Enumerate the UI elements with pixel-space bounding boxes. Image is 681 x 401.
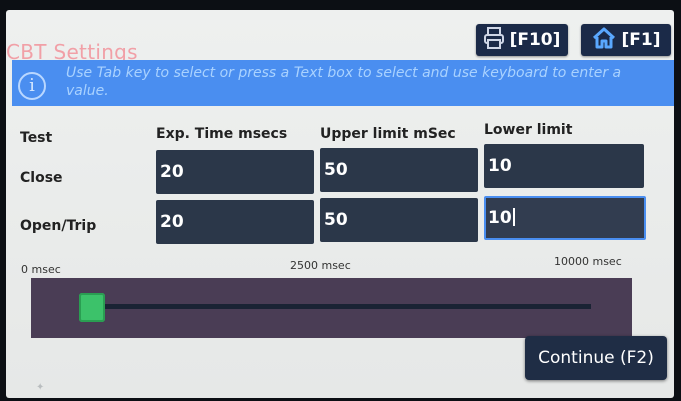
close-lower-limit-input[interactable]: 10 bbox=[484, 144, 644, 188]
time-slider[interactable] bbox=[31, 278, 632, 338]
open-trip-lower-limit-value: 10 bbox=[488, 208, 512, 228]
column-header-exp-time: Exp. Time msecs bbox=[156, 126, 288, 142]
continue-button[interactable]: Continue (F2) bbox=[525, 336, 667, 380]
column-header-lower-limit: Lower limit bbox=[484, 122, 573, 138]
row-label-open-trip: Open/Trip bbox=[20, 218, 97, 234]
printer-icon bbox=[483, 26, 510, 54]
open-trip-upper-limit-input[interactable]: 50 bbox=[320, 198, 478, 242]
close-exp-time-input[interactable]: 20 bbox=[156, 150, 314, 194]
settings-screen: CBT Settings [F10] [F1] i Use Tab key to… bbox=[6, 10, 674, 398]
close-upper-limit-input[interactable]: 50 bbox=[320, 148, 478, 192]
column-header-test: Test bbox=[20, 130, 53, 146]
touch-icon: ✦ bbox=[36, 382, 45, 393]
print-button-label: [F10] bbox=[509, 30, 561, 50]
row-label-close: Close bbox=[20, 170, 63, 186]
slider-thumb[interactable] bbox=[79, 293, 105, 322]
slider-track[interactable] bbox=[103, 304, 591, 309]
text-caret bbox=[512, 208, 515, 226]
print-button[interactable]: [F10] bbox=[476, 24, 568, 56]
slider-max-label: 10000 msec bbox=[554, 255, 622, 268]
open-trip-lower-limit-input[interactable]: 10 bbox=[484, 196, 646, 240]
home-button-label: [F1] bbox=[621, 30, 661, 50]
column-header-upper-limit: Upper limit mSec bbox=[320, 126, 456, 142]
info-banner: i Use Tab key to select or press a Text … bbox=[12, 60, 674, 106]
open-trip-exp-time-input[interactable]: 20 bbox=[156, 200, 314, 244]
home-icon bbox=[592, 27, 622, 54]
slider-min-label: 0 msec bbox=[21, 263, 61, 276]
slider-mid-label: 2500 msec bbox=[290, 259, 351, 272]
info-icon: i bbox=[18, 72, 46, 100]
home-button[interactable]: [F1] bbox=[581, 24, 671, 56]
info-text: Use Tab key to select or press a Text bo… bbox=[66, 65, 622, 99]
